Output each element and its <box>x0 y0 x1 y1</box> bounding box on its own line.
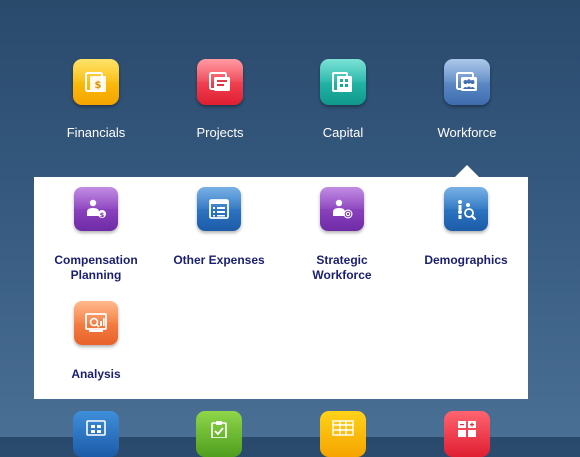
card-label-compensation-planning: Compensation Planning <box>54 253 138 282</box>
table-tile-icon[interactable] <box>320 411 366 457</box>
app-label-financials: Financials <box>66 125 126 140</box>
card-demographics[interactable]: Demographics <box>404 187 528 268</box>
app-tile-financials[interactable]: $ Financials <box>36 59 156 140</box>
svg-text:$: $ <box>95 80 102 91</box>
compensation-planning-icon: $ <box>74 187 118 231</box>
workforce-icon <box>444 59 490 105</box>
card-analysis[interactable]: Analysis <box>34 301 158 382</box>
card-other-expenses[interactable]: Other Expenses <box>157 187 281 268</box>
top-app-row: $ Financials Projects Capital Workforce <box>0 0 580 175</box>
analysis-icon <box>74 301 118 345</box>
other-expenses-icon <box>197 187 241 231</box>
capital-icon <box>320 59 366 105</box>
app-tile-capital[interactable]: Capital <box>283 59 403 140</box>
app-label-projects: Projects <box>196 125 244 140</box>
app-tile-projects[interactable]: Projects <box>160 59 280 140</box>
card-label-analysis: Analysis <box>71 367 121 381</box>
card-label-other-expenses: Other Expenses <box>173 253 265 267</box>
svg-text:$: $ <box>100 211 105 219</box>
card-compensation-planning[interactable]: $ Compensation Planning <box>34 187 158 283</box>
clipboard-tile-icon[interactable] <box>196 411 242 457</box>
strategic-workforce-icon <box>320 187 364 231</box>
card-strategic-workforce[interactable]: Strategic Workforce <box>280 187 404 283</box>
card-label-demographics: Demographics <box>424 253 508 267</box>
calculator-tile-icon[interactable] <box>444 411 490 457</box>
panel-pointer <box>455 165 479 177</box>
workforce-submenu-panel: $ Compensation Planning Other Expenses S… <box>34 177 528 399</box>
app-label-workforce: Workforce <box>437 125 497 140</box>
projects-icon <box>197 59 243 105</box>
bottom-app-row <box>0 405 580 457</box>
grid-tile-icon[interactable] <box>73 411 119 457</box>
card-label-strategic-workforce: Strategic Workforce <box>312 253 372 282</box>
demographics-icon <box>444 187 488 231</box>
financials-icon: $ <box>73 59 119 105</box>
app-tile-workforce[interactable]: Workforce <box>407 59 527 140</box>
app-label-capital: Capital <box>322 125 364 140</box>
